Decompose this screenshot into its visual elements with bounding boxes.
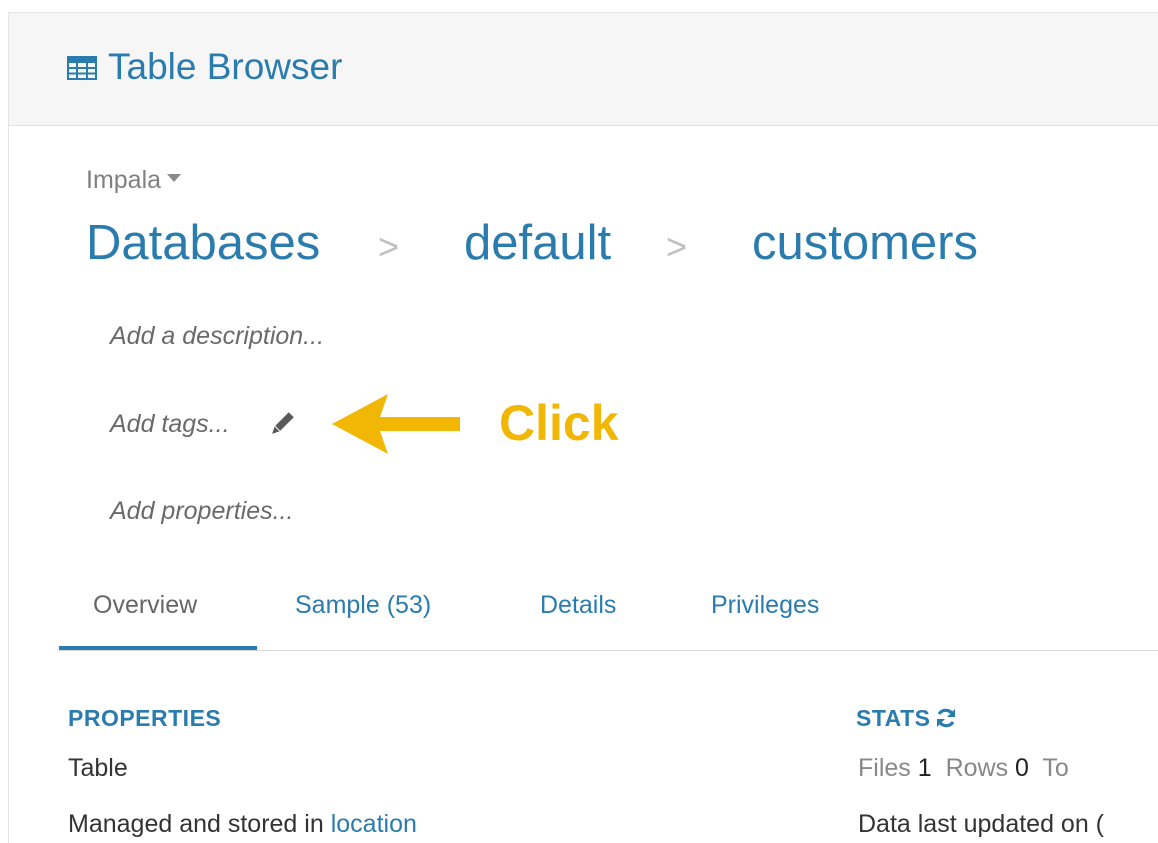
refresh-icon[interactable]: [934, 706, 958, 730]
left-arrow-icon: [332, 394, 460, 454]
stats-summary: Files 1 Rows 0 To: [858, 752, 1069, 784]
breadcrumb-default[interactable]: default: [464, 212, 611, 274]
total-label: To: [1042, 754, 1069, 782]
add-description-link[interactable]: Add a description...: [110, 320, 324, 352]
tab-details[interactable]: Details: [540, 589, 616, 621]
breadcrumb-customers[interactable]: customers: [752, 212, 978, 274]
storage-info: Managed and stored in location: [68, 808, 417, 840]
caret-down-icon: [167, 174, 182, 183]
files-label: Files: [858, 754, 911, 782]
tabs-divider: [59, 650, 1158, 651]
breadcrumb-databases[interactable]: Databases: [86, 212, 320, 274]
table-grid-icon: [67, 56, 97, 80]
properties-heading: PROPERTIES: [68, 705, 222, 731]
breadcrumb-separator: >: [666, 226, 688, 267]
stats-heading-row: STATS: [856, 703, 958, 733]
active-tab-indicator: [59, 646, 257, 650]
add-tags-link[interactable]: Add tags...: [110, 408, 230, 440]
add-properties-link[interactable]: Add properties...: [110, 495, 293, 527]
breadcrumb-separator: >: [378, 226, 400, 267]
table-type: Table: [68, 754, 128, 782]
table-browser-window: Table Browser Impala Databases > default…: [0, 0, 1158, 843]
app-title: Table Browser: [108, 46, 343, 87]
tab-privileges[interactable]: Privileges: [711, 589, 819, 621]
rows-label: Rows: [945, 754, 1009, 782]
last-updated-text: Data last updated on (: [858, 810, 1104, 838]
tab-sample[interactable]: Sample (53): [295, 589, 431, 621]
stats-heading: STATS: [856, 705, 931, 731]
storage-prefix: Managed and stored in: [68, 810, 324, 838]
source-dropdown[interactable]: Impala: [86, 164, 182, 196]
left-border: [8, 12, 9, 843]
click-annotation: Click: [499, 395, 619, 451]
location-link[interactable]: location: [331, 810, 417, 838]
rows-value: 0: [1015, 754, 1029, 782]
pencil-icon[interactable]: [266, 408, 298, 440]
files-value: 1: [917, 754, 932, 782]
tab-overview[interactable]: Overview: [93, 589, 197, 621]
source-dropdown-label: Impala: [86, 166, 162, 194]
